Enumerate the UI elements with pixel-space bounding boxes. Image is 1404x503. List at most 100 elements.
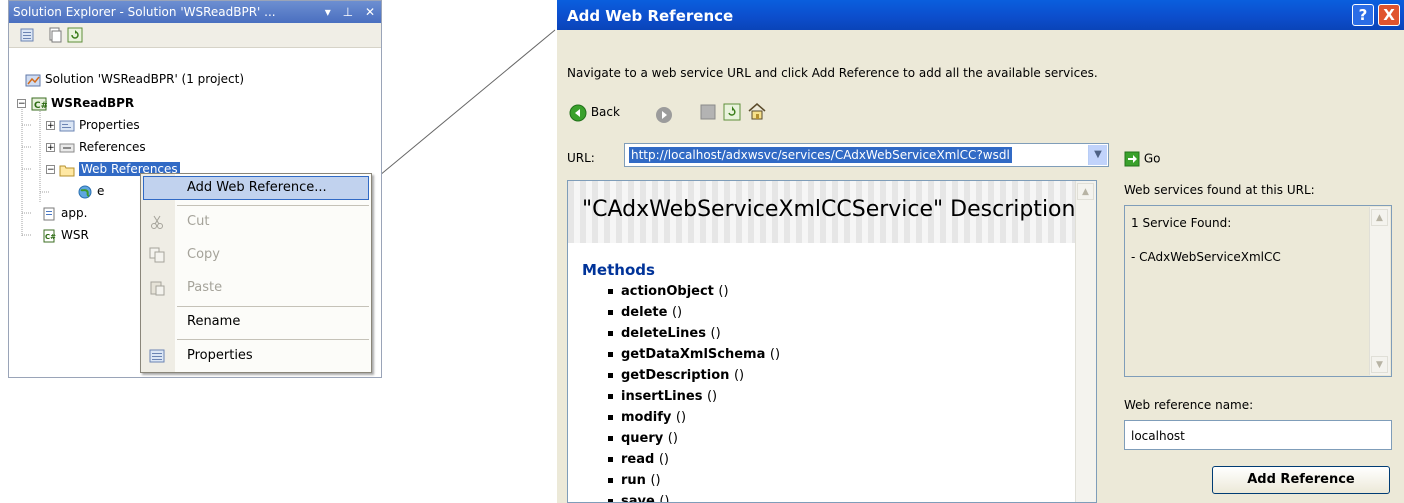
method-name[interactable]: read xyxy=(621,452,654,467)
found-service-item: - CAdxWebServiceXmlCC xyxy=(1131,250,1281,264)
chevron-down-icon[interactable]: ▼ xyxy=(1088,145,1107,165)
back-arrow-icon xyxy=(569,104,587,121)
method-item[interactable]: delete () xyxy=(608,305,682,320)
tree-label-solution: Solution 'WSReadBPR' (1 project) xyxy=(45,72,245,86)
help-button[interactable]: ? xyxy=(1352,4,1374,26)
go-label: Go xyxy=(1143,151,1161,166)
method-name[interactable]: modify xyxy=(621,410,671,425)
url-input[interactable]: http://localhost/adxwsvc/services/CAdxWe… xyxy=(629,147,1012,163)
menu-label-copy: Copy xyxy=(187,247,220,262)
method-item[interactable]: actionObject () xyxy=(608,284,729,299)
collapse-toggle-web-references[interactable]: − xyxy=(46,165,55,175)
folder-open-icon xyxy=(59,165,75,176)
tree-item-app-config[interactable]: app. xyxy=(41,203,87,223)
method-item[interactable]: read () xyxy=(608,452,669,467)
method-item[interactable]: save () xyxy=(608,494,670,502)
method-name[interactable]: save xyxy=(621,494,655,502)
description-scrollbar[interactable]: ▲ xyxy=(1075,181,1096,502)
copy-icon xyxy=(149,247,165,263)
scroll-up-icon[interactable]: ▲ xyxy=(1371,209,1388,226)
menu-separator xyxy=(177,205,369,206)
expand-toggle-properties[interactable]: + xyxy=(46,121,55,131)
method-parens: () xyxy=(706,389,718,404)
collapse-toggle-project[interactable]: − xyxy=(17,99,26,109)
add-web-reference-dialog: Add Web Reference ? X Navigate to a web … xyxy=(557,0,1404,503)
method-item[interactable]: modify () xyxy=(608,410,686,425)
method-name[interactable]: getDescription xyxy=(621,368,729,383)
method-name[interactable]: delete xyxy=(621,305,667,320)
tree-label-references: References xyxy=(79,140,146,154)
web-reference-name-input[interactable]: localhost xyxy=(1124,420,1392,450)
add-reference-button[interactable]: Add Reference xyxy=(1212,466,1390,494)
method-name[interactable]: run xyxy=(621,473,646,488)
menu-separator xyxy=(177,339,369,340)
method-parens: () xyxy=(675,410,687,425)
solution-explorer-panel: Solution Explorer - Solution 'WSReadBPR'… xyxy=(8,0,382,378)
method-name[interactable]: actionObject xyxy=(621,284,714,299)
close-icon[interactable]: ✕ xyxy=(365,5,375,19)
tree-item-references[interactable]: References xyxy=(59,137,146,157)
solution-explorer-toolbar xyxy=(9,23,381,48)
back-label: Back xyxy=(590,105,620,119)
refresh-icon[interactable] xyxy=(67,27,83,43)
method-name[interactable]: query xyxy=(621,431,663,446)
method-name[interactable]: deleteLines xyxy=(621,326,706,341)
methods-heading: Methods xyxy=(582,261,655,279)
found-services-scrollbar[interactable]: ▲ ▼ xyxy=(1369,207,1390,375)
method-item[interactable]: getDescription () xyxy=(608,368,744,383)
globe-icon xyxy=(78,185,92,198)
tree-item-wsr-file[interactable]: C# WSR xyxy=(41,225,89,245)
pin-icon[interactable]: ⊥ xyxy=(343,5,353,19)
url-combobox[interactable]: http://localhost/adxwsvc/services/CAdxWe… xyxy=(624,143,1109,167)
menu-label-add-web-reference: Add Web Reference... xyxy=(187,180,327,195)
expand-toggle-references[interactable]: + xyxy=(46,143,55,153)
go-arrow-icon xyxy=(1124,151,1140,167)
solution-explorer-title: Solution Explorer - Solution 'WSReadBPR'… xyxy=(13,5,276,19)
menu-label-rename: Rename xyxy=(187,314,241,329)
instruction-text: Navigate to a web service URL and click … xyxy=(567,66,1098,80)
scroll-down-icon[interactable]: ▼ xyxy=(1371,356,1388,373)
menu-item-properties[interactable]: Properties xyxy=(141,342,371,370)
stop-icon[interactable] xyxy=(699,103,717,121)
refresh-page-icon[interactable] xyxy=(723,103,741,121)
solution-icon xyxy=(25,74,41,86)
method-item[interactable]: insertLines () xyxy=(608,389,717,404)
menu-separator xyxy=(177,306,369,307)
menu-item-cut[interactable]: Cut xyxy=(141,208,371,236)
method-item[interactable]: getDataXmlSchema () xyxy=(608,347,780,362)
method-item[interactable]: run () xyxy=(608,473,661,488)
service-description-pane: "CAdxWebServiceXmlCCService" Description… xyxy=(567,180,1097,503)
tree-label-web-reference-child: e xyxy=(97,184,105,198)
method-item[interactable]: deleteLines () xyxy=(608,326,721,341)
tree-item-web-reference-child[interactable]: e xyxy=(77,181,104,201)
tree-label-app-config: app. xyxy=(61,206,88,220)
tree-item-project[interactable]: C# WSReadBPR xyxy=(31,93,134,113)
menu-item-copy[interactable]: Copy xyxy=(141,241,371,269)
close-button[interactable]: X xyxy=(1378,4,1400,26)
svg-text:C#: C# xyxy=(34,101,47,111)
home-icon[interactable] xyxy=(747,101,767,121)
tree-item-properties[interactable]: Properties xyxy=(59,115,140,135)
menu-item-paste[interactable]: Paste xyxy=(141,274,371,302)
tree-item-solution[interactable]: Solution 'WSReadBPR' (1 project) xyxy=(25,69,244,89)
dialog-title: Add Web Reference xyxy=(567,7,734,25)
method-parens: () xyxy=(658,452,669,467)
back-button[interactable]: Back xyxy=(569,100,620,124)
scroll-up-icon[interactable]: ▲ xyxy=(1077,183,1094,200)
menu-item-add-web-reference[interactable]: Add Web Reference... xyxy=(141,174,371,202)
method-parens: () xyxy=(769,347,781,362)
method-item[interactable]: query () xyxy=(608,431,678,446)
forward-arrow-icon[interactable] xyxy=(655,103,673,127)
url-label: URL: xyxy=(567,151,595,165)
csharp-project-icon: C# xyxy=(31,97,47,111)
references-icon xyxy=(59,143,75,152)
method-name[interactable]: insertLines xyxy=(621,389,702,404)
show-all-files-icon[interactable] xyxy=(47,27,63,43)
menu-item-rename[interactable]: Rename xyxy=(141,308,371,336)
dropdown-arrow-icon[interactable]: ▾ xyxy=(325,5,331,19)
go-button[interactable]: Go xyxy=(1124,151,1160,167)
method-name[interactable]: getDataXmlSchema xyxy=(621,347,765,362)
scissors-icon xyxy=(151,215,163,229)
tree-label-properties: Properties xyxy=(79,118,140,132)
properties-toolbar-icon[interactable] xyxy=(19,27,35,43)
